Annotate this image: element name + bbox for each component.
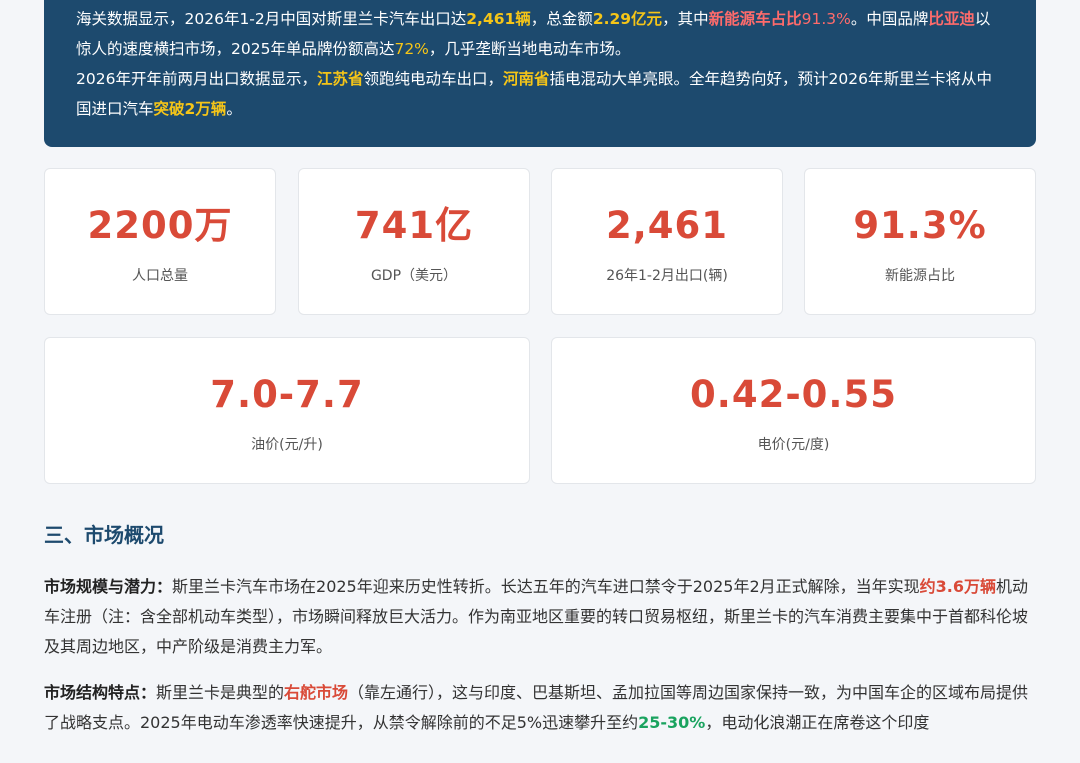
paragraph-lead: 市场规模与潜力： — [44, 577, 173, 596]
stat-label: 电价(元/度) — [757, 437, 830, 453]
market-structure-paragraph: 市场结构特点：斯里兰卡是典型的右舵市场（靠左通行），这与印度、巴基斯坦、孟加拉国… — [44, 678, 1036, 738]
summary-paragraph-2: 2026年开年前两月出口数据显示，江苏省领跑纯电动车出口，河南省插电混动大单亮眼… — [76, 64, 1004, 124]
stat-card-exports: 2,461 26年1-2月出口(辆) — [551, 168, 783, 315]
registration-highlight: 约3.6万辆 — [919, 577, 996, 596]
stat-card-fuel-price: 7.0-7.7 油价(元/升) — [44, 337, 530, 484]
province-highlight: 江苏省 — [316, 70, 364, 88]
stat-label: 26年1-2月出口(辆) — [606, 268, 728, 284]
export-volume-highlight: 2,461辆 — [466, 10, 531, 28]
text: 海关数据显示，2026年1-2月中国对斯里兰卡汽车出口达 — [76, 10, 467, 28]
nev-share-value-highlight: 91.3% — [801, 10, 851, 28]
text: ，总金额 — [530, 10, 593, 28]
nev-share-label-highlight: 新能源车占比 — [708, 10, 802, 28]
text: 。 — [226, 100, 242, 118]
text: 。中国品牌 — [850, 10, 929, 28]
stat-value: 91.3% — [853, 204, 987, 247]
stat-label: GDP（美元） — [370, 268, 458, 284]
summary-paragraph-1: 海关数据显示，2026年1-2月中国对斯里兰卡汽车出口达2,461辆，总金额2.… — [76, 4, 1004, 64]
stat-card-nev-share: 91.3% 新能源占比 — [804, 168, 1036, 315]
brand-share-highlight: 72% — [394, 40, 429, 58]
text: ，其中 — [662, 10, 709, 28]
forecast-highlight: 突破2万辆 — [153, 100, 227, 118]
stat-label: 新能源占比 — [885, 268, 955, 284]
right-hand-drive-highlight: 右舵市场 — [284, 683, 349, 702]
stat-card-gdp: 741亿 GDP（美元） — [298, 168, 530, 315]
text: 斯里兰卡是典型的 — [156, 683, 285, 702]
stat-label: 人口总量 — [132, 268, 188, 284]
text: ，几乎垄断当地电动车市场。 — [428, 40, 631, 58]
ev-penetration-highlight: 25-30% — [638, 713, 706, 732]
stat-value: 2200万 — [87, 204, 233, 247]
text: 斯里兰卡汽车市场在2025年迎来历史性转折。长达五年的汽车进口禁令于2025年2… — [172, 577, 920, 596]
market-scale-paragraph: 市场规模与潜力：斯里兰卡汽车市场在2025年迎来历史性转折。长达五年的汽车进口禁… — [44, 572, 1036, 662]
text: 领跑纯电动车出口， — [363, 70, 503, 88]
stat-card-electricity-price: 0.42-0.55 电价(元/度) — [551, 337, 1036, 484]
province-highlight: 河南省 — [502, 70, 550, 88]
brand-highlight: 比亚迪 — [928, 10, 975, 28]
text: 2026年开年前两月出口数据显示， — [76, 70, 317, 88]
stat-value: 741亿 — [354, 204, 474, 247]
stat-label: 油价(元/升) — [251, 437, 323, 453]
stat-card-population: 2200万 人口总量 — [44, 168, 276, 315]
text: ，电动化浪潮正在席卷这个印度 — [705, 713, 930, 732]
export-amount-highlight: 2.29亿元 — [592, 10, 663, 28]
stat-value: 2,461 — [605, 204, 729, 247]
paragraph-lead: 市场结构特点： — [44, 683, 157, 702]
stat-value: 7.0-7.7 — [210, 373, 364, 416]
stat-value: 0.42-0.55 — [690, 373, 897, 416]
section-heading: 三、市场概况 — [44, 523, 164, 547]
summary-banner: 海关数据显示，2026年1-2月中国对斯里兰卡汽车出口达2,461辆，总金额2.… — [44, 0, 1036, 147]
